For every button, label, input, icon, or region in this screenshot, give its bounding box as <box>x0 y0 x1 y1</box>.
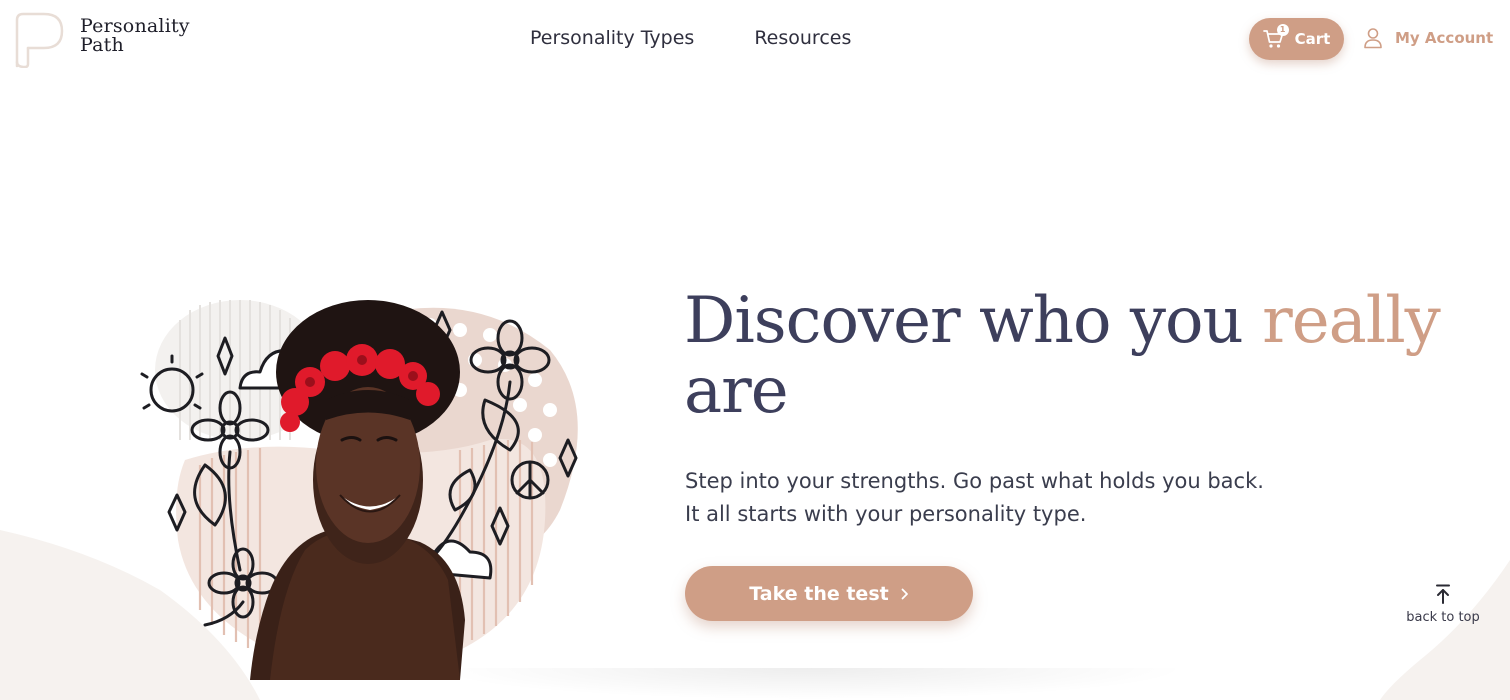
section-divider-shadow <box>430 668 1190 700</box>
chevron-right-icon <box>901 588 908 599</box>
logo[interactable]: Personality Path <box>14 12 204 68</box>
my-account-link[interactable]: My Account <box>1363 27 1493 49</box>
nav-personality-types[interactable]: Personality Types <box>530 27 694 49</box>
main-nav: Personality Types Resources <box>530 27 851 49</box>
cart-label: Cart <box>1294 30 1331 48</box>
hero-illustration <box>140 300 578 680</box>
back-to-top-button[interactable]: back to top <box>1400 584 1486 625</box>
cart-count-badge: 1 <box>1276 24 1289 36</box>
headline-main-text: Discover who you <box>684 284 1263 358</box>
back-to-top-label: back to top <box>1406 610 1480 625</box>
cart-icon: 1 <box>1262 24 1289 49</box>
logo-text-line2: Path <box>80 34 124 56</box>
hero-subtext-line1: Step into your strengths. Go past what h… <box>685 469 1264 493</box>
user-icon <box>1364 28 1382 49</box>
headline-accent-text: really <box>1262 284 1441 358</box>
headline-end-text: are <box>684 354 789 428</box>
logo-text: Personality Path <box>80 17 190 55</box>
hero-subtext: Step into your strengths. Go past what h… <box>685 465 1325 531</box>
nav-resources[interactable]: Resources <box>754 27 851 49</box>
take-the-test-button[interactable]: Take the test <box>685 566 973 621</box>
cart-button[interactable]: 1 Cart <box>1249 18 1344 60</box>
hero-subtext-line2: It all starts with your personality type… <box>685 502 1087 526</box>
logo-mark-icon <box>15 12 64 68</box>
background-corner-shape <box>1380 560 1510 700</box>
hero-headline: Discover who you really are <box>684 286 1444 426</box>
my-account-label: My Account <box>1395 29 1494 47</box>
take-the-test-label: Take the test <box>749 582 889 605</box>
arrow-up-icon <box>1436 584 1450 604</box>
site-header: Personality Path Personality Types Resou… <box>0 0 1510 78</box>
